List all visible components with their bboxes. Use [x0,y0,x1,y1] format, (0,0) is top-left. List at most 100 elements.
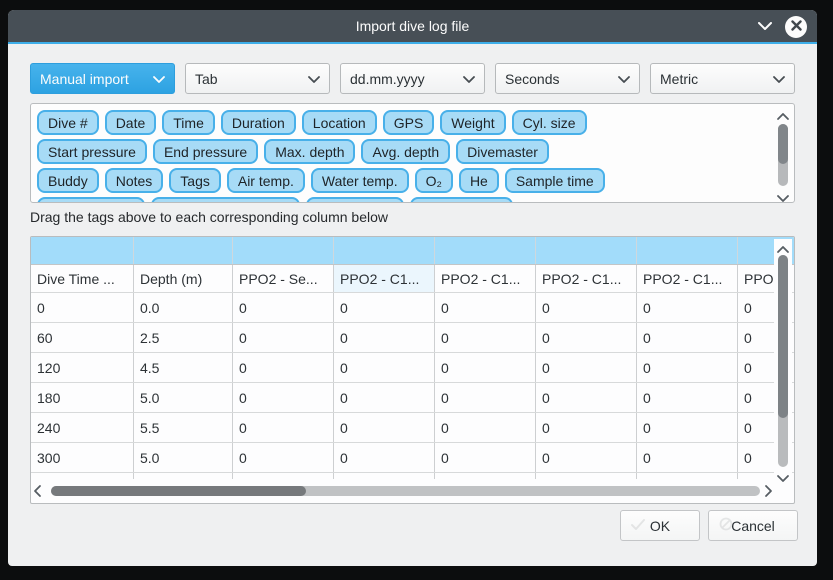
cancel-circle-icon [719,517,733,534]
tag-avg-depth[interactable]: Avg. depth [361,139,450,164]
tag-sample-time[interactable]: Sample time [505,168,605,193]
table-cell: 0.0 [134,293,233,322]
scrollbar-thumb[interactable] [51,486,306,496]
table-cell: 0 [334,353,435,382]
table-cell: 0 [435,323,536,352]
table-cell: 0 [334,383,435,412]
scrollbar-thumb[interactable] [778,255,788,418]
date-format-dropdown[interactable]: dd.mm.yyyy [340,63,485,94]
tag-drop-cell[interactable] [334,237,435,264]
tag-end-pressure[interactable]: End pressure [153,139,258,164]
tag-time[interactable]: Time [162,110,215,135]
tag-cyl-size[interactable]: Cyl. size [512,110,587,135]
cancel-button[interactable]: Cancel [708,510,798,541]
window-title: Import dive log file [356,18,470,34]
scrollbar-track[interactable] [778,255,788,467]
table-cell: 0 [435,443,536,472]
chevron-down-icon [308,71,320,87]
import-preview-table: Dive Time ... Depth (m) PPO2 - Se... PPO… [30,236,795,504]
tag-date[interactable]: Date [105,110,157,135]
column-header: Dive Time ... [31,265,134,292]
column-header: PPO2 - C1... [637,265,738,292]
units-dropdown[interactable]: Metric [650,63,795,94]
tag-drop-cell[interactable] [134,237,233,264]
tag-notes[interactable]: Notes [105,168,164,193]
column-header: PPO2 - C1... [334,265,435,292]
tag-air-temp[interactable]: Air temp. [227,168,305,193]
date-format-value: dd.mm.yyyy [350,71,425,87]
tag-start-pressure[interactable]: Start pressure [37,139,147,164]
tag-weight[interactable]: Weight [440,110,505,135]
scroll-down-icon[interactable] [776,190,790,200]
tag-max-depth[interactable]: Max. depth [264,139,355,164]
tag-buddy[interactable]: Buddy [37,168,99,193]
tag-divemaster[interactable]: Divemaster [456,139,549,164]
cancel-button-label: Cancel [731,518,775,534]
tag-row: Buddy Notes Tags Air temp. Water temp. O… [37,168,605,193]
table-header-row: Dive Time ... Depth (m) PPO2 - Se... PPO… [31,265,795,293]
units-value: Metric [660,71,698,87]
tag-o2[interactable]: O₂ [415,168,453,193]
tag-tags[interactable]: Tags [169,168,221,193]
scrollbar-track[interactable] [778,124,788,186]
duration-format-dropdown[interactable]: Seconds [495,63,640,94]
table-cell: 0 [31,293,134,322]
table-cell: 5.0 [134,443,233,472]
tag-sample-po2[interactable]: Sample pO₂ [306,197,403,203]
import-type-dropdown[interactable]: Manual import [30,63,175,94]
close-button[interactable] [785,16,807,38]
tag-drop-row [31,237,795,265]
chevron-down-icon [153,71,165,87]
tag-he[interactable]: He [459,168,499,193]
tag-drop-cell[interactable] [233,237,334,264]
tag-sample-depth[interactable]: Sample depth [37,197,145,203]
tag-drop-cell[interactable] [536,237,637,264]
tags-vertical-scrollbar[interactable] [775,108,791,200]
tag-drop-cell[interactable] [637,237,738,264]
scroll-right-icon[interactable] [764,484,778,498]
table-row: 180 5.0 0 0 0 0 0 0 [31,383,795,413]
column-header: Depth (m) [134,265,233,292]
tag-location[interactable]: Location [302,110,377,135]
table-cell: 0 [536,413,637,442]
table-cell: 2.5 [134,323,233,352]
table-cell: 0 [637,443,738,472]
chevron-down-icon [773,71,785,87]
import-dive-log-dialog: Import dive log file Manual import Tab [8,10,817,566]
close-icon [791,18,802,36]
tag-sample-temperature[interactable]: Sample temperature [151,197,300,203]
table-cell: 0 [435,293,536,322]
scrollbar-thumb[interactable] [778,124,788,164]
tag-water-temp[interactable]: Water temp. [311,168,409,193]
table-cell: 180 [31,383,134,412]
table-horizontal-scrollbar[interactable] [33,482,778,500]
table-cell: 0 [637,323,738,352]
scroll-up-icon[interactable] [776,108,790,118]
table-cell: 0 [536,323,637,352]
tag-dive-number[interactable]: Dive # [37,110,99,135]
table-cell: 0 [435,353,536,382]
table-cell: 0 [233,383,334,412]
table-cell: 0 [637,383,738,412]
ok-button[interactable]: OK [620,510,700,541]
scrollbar-track[interactable] [51,486,760,496]
tag-row: Start pressure End pressure Max. depth A… [37,139,549,164]
scroll-left-icon[interactable] [33,484,47,498]
table-vertical-scrollbar[interactable] [774,239,792,483]
tag-drop-cell[interactable] [435,237,536,264]
table-cell: 4.5 [134,353,233,382]
column-header: PPO2 - C1... [435,265,536,292]
tag-duration[interactable]: Duration [221,110,296,135]
drag-instructions-label: Drag the tags above to each correspondin… [30,209,388,225]
tag-drop-cell[interactable] [31,237,134,264]
shade-button[interactable] [757,19,773,35]
table-cell: 120 [31,353,134,382]
scroll-up-icon[interactable] [776,241,790,251]
tag-sample-cns[interactable]: Sample CNS [410,197,513,203]
table-cell: 0 [334,443,435,472]
tag-gps[interactable]: GPS [383,110,435,135]
scroll-down-icon[interactable] [776,470,790,480]
table-cell: 0 [536,353,637,382]
separator-dropdown[interactable]: Tab [185,63,330,94]
table-cell: 0 [435,413,536,442]
